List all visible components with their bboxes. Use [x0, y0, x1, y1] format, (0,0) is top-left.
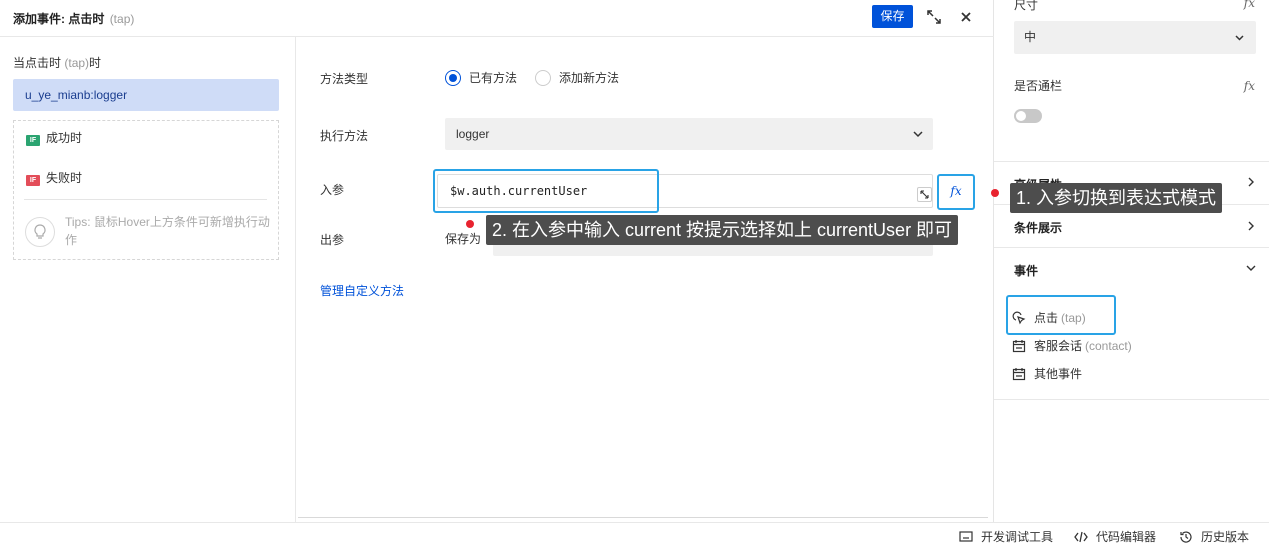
history-icon [1180, 530, 1192, 543]
expression-mode-fx-icon[interactable]: 𝑓x [937, 174, 975, 210]
branch-success[interactable]: IF 成功时 [26, 129, 82, 146]
chevron-right-icon[interactable] [1245, 176, 1257, 188]
trigger-heading-text: 当点击时 [13, 56, 62, 70]
param-highlight-box [433, 169, 659, 213]
chevron-right-icon[interactable] [1245, 220, 1257, 232]
divider [994, 247, 1269, 248]
events-section-header[interactable]: 事件 [1014, 262, 1038, 279]
chevron-down-icon[interactable] [1245, 262, 1257, 274]
annotation-dot [466, 220, 474, 228]
tips-text: Tips: 鼠标Hover上方条件可新增执行动作 [65, 215, 270, 247]
event-label: 客服会话 [1034, 339, 1083, 353]
trigger-heading-sub: (tap) [64, 56, 90, 70]
dialog-title-sub: (tap) [109, 12, 135, 26]
calendar-icon [1012, 367, 1026, 380]
fullwidth-toggle[interactable] [1014, 109, 1042, 123]
trigger-heading: 当点击时 (tap)时 [13, 54, 101, 71]
chevron-down-icon [913, 131, 923, 138]
trigger-panel: 当点击时 (tap)时 u_ye_mianb:logger IF 成功时 IF 失败… [0, 37, 296, 522]
branch-fail-label: 失败时 [46, 171, 83, 185]
close-icon[interactable] [957, 8, 975, 26]
condition-section-header[interactable]: 条件展示 [1014, 219, 1062, 236]
expand-editor-icon[interactable] [917, 187, 932, 202]
tap-event-highlight-box [1006, 295, 1116, 335]
branch-success-label: 成功时 [46, 131, 83, 145]
code-editor-button[interactable]: 代码编辑器 [1074, 528, 1156, 545]
trigger-heading-suffix: 时 [89, 56, 102, 70]
fx-icon[interactable]: 𝑓x [1244, 0, 1255, 10]
radio-unchecked-icon [535, 69, 551, 86]
annotation-tip-1: 1. 入参切换到表达式模式 [1010, 183, 1223, 213]
lightbulb-icon [25, 217, 55, 247]
event-sub: (contact) [1085, 338, 1132, 353]
radio-existing-label: 已有方法 [469, 71, 518, 85]
method-type-label: 方法类型 [320, 72, 369, 86]
param-label: 入参 [320, 183, 345, 197]
history-button[interactable]: 历史版本 [1179, 528, 1249, 545]
property-panel: 尺寸 𝑓x 中 是否通栏 𝑓x 高级属性 条件展示 事件 点击 (tap) 客服… [994, 0, 1269, 522]
event-item-other[interactable]: 其他事件 [1012, 365, 1082, 382]
fx-icon[interactable]: 𝑓x [1244, 79, 1255, 93]
status-bar: 开发调试工具 代码编辑器 历史版本 [0, 522, 1269, 547]
save-as-label: 保存为 [445, 232, 482, 246]
history-label: 历史版本 [1201, 530, 1250, 544]
size-label: 尺寸 [1014, 0, 1039, 12]
exec-method-value: logger [456, 127, 490, 141]
exec-method-select[interactable]: logger [445, 118, 933, 150]
annotation-tip-2: 2. 在入参中输入 current 按提示选择如上 currentUser 即可 [486, 215, 959, 245]
event-item-contact[interactable]: 客服会话 (contact) [1012, 337, 1132, 354]
radio-checked-icon [445, 69, 461, 86]
radio-new-label: 添加新方法 [559, 71, 620, 85]
size-value: 中 [1024, 30, 1037, 44]
divider [298, 517, 988, 518]
devtools-button[interactable]: 开发调试工具 [959, 528, 1053, 545]
divider [994, 399, 1269, 400]
divider [994, 161, 1269, 162]
add-event-dialog: 添加事件: 点击时 (tap) 保存 当点击时 (tap)时 u_ye_mian… [0, 0, 994, 522]
radio-existing-method[interactable]: 已有方法 [445, 69, 517, 86]
branch-box: IF 成功时 IF 失败时 Tips: 鼠标Hover上方条件可新增执行动作 [13, 120, 279, 260]
save-button[interactable]: 保存 [872, 5, 913, 28]
divider [24, 199, 267, 200]
size-select[interactable]: 中 [1014, 21, 1256, 54]
code-icon [1074, 531, 1088, 542]
exec-method-label: 执行方法 [320, 129, 369, 143]
output-label: 出参 [320, 233, 345, 247]
fullwidth-label: 是否通栏 [1014, 79, 1063, 93]
dialog-title-text: 添加事件: 点击时 [13, 12, 105, 26]
chevron-down-icon [1235, 35, 1244, 41]
if-tag-icon: IF [26, 175, 40, 186]
event-label: 其他事件 [1034, 367, 1083, 381]
branch-fail[interactable]: IF 失败时 [26, 169, 82, 186]
radio-new-method[interactable]: 添加新方法 [535, 69, 619, 86]
devtools-label: 开发调试工具 [981, 530, 1054, 544]
monitor-icon [959, 530, 973, 542]
dialog-title: 添加事件: 点击时 (tap) [13, 10, 134, 27]
calendar-icon [1012, 339, 1026, 352]
annotation-dot [991, 189, 999, 197]
code-editor-label: 代码编辑器 [1096, 530, 1157, 544]
manage-custom-methods-link[interactable]: 管理自定义方法 [320, 282, 404, 299]
dialog-header: 添加事件: 点击时 (tap) 保存 [0, 0, 994, 37]
if-tag-icon: IF [26, 135, 40, 146]
action-item-logger[interactable]: u_ye_mianb:logger [13, 79, 279, 111]
expand-dialog-icon[interactable] [925, 8, 943, 26]
